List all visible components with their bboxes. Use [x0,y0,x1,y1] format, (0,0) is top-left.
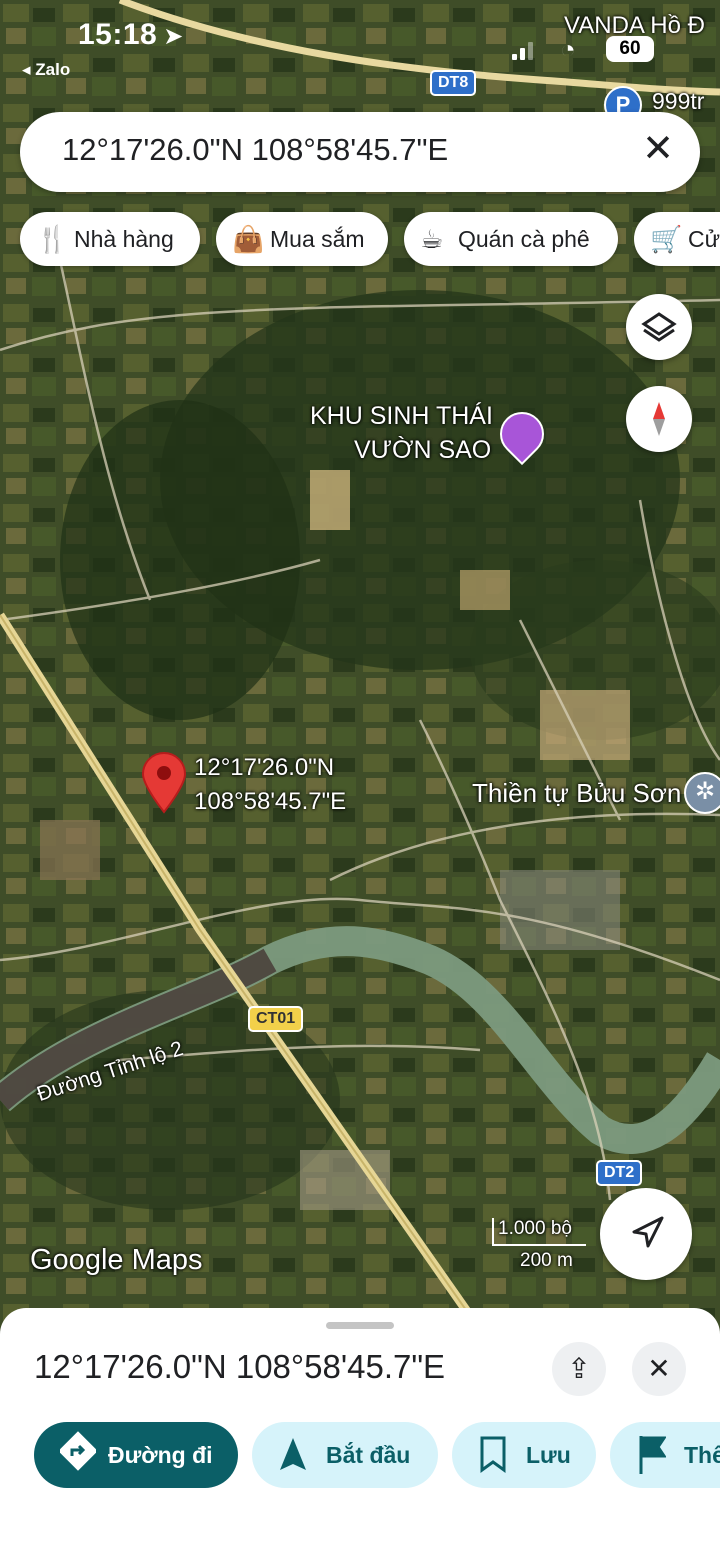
poi-label-thien-tu[interactable]: Thiền tự Bửu Sơn [472,778,681,809]
poi-label-vuon-sao[interactable]: VƯỜN SAO [354,436,491,465]
chip-coffee[interactable]: ☕ Quán cà phê [404,212,618,266]
status-time: 15:18 ➤ [78,18,184,51]
navigation-arrow-icon [278,1422,308,1513]
chip-label: Mua sắm [270,226,365,252]
directions-button[interactable]: Đường đi [34,1422,238,1488]
bookmark-icon [478,1422,508,1513]
map-imagery [0,0,720,1330]
share-icon: ⇪ [567,1353,591,1384]
compass-button[interactable] [626,386,692,452]
navigation-icon [632,1216,664,1248]
pin-label-latitude: 12°17'26.0"N [194,754,335,781]
directions-icon [58,1422,98,1513]
start-label: Bắt đầu [326,1442,411,1468]
start-button[interactable]: Bắt đầu [252,1422,438,1488]
sheet-drag-handle[interactable] [326,1322,394,1329]
directions-label: Đường đi [108,1442,213,1468]
place-bottom-sheet[interactable]: 12°17'26.0"N 108°58'45.7"E ⇪ ✕ Đường đi … [0,1308,720,1560]
coffee-icon: ☕ [420,224,444,254]
clear-search-icon[interactable]: ✕ [642,126,674,171]
location-arrow-icon: ➤ [163,23,184,50]
share-button[interactable]: ⇪ [552,1342,606,1396]
chip-label: Nhà hàng [74,226,174,252]
search-query[interactable]: 12°17'26.0"N 108°58'45.7"E [62,132,448,168]
my-location-button[interactable] [600,1188,692,1280]
flag-icon [636,1422,667,1513]
signal-icon [512,42,534,60]
sheet-title: 12°17'26.0"N 108°58'45.7"E [34,1348,446,1385]
temple-icon[interactable]: ✲ [684,772,720,814]
satellite-map[interactable]: 15:18 ➤ ◂ Zalo ◔ 60 VANDA Hồ Đ DT8 P 999t… [0,0,720,1330]
save-button[interactable]: Lưu [452,1422,596,1488]
shopping-bag-icon: 👜 [232,224,265,254]
save-label: Lưu [526,1442,571,1468]
cart-icon: 🛒 [650,224,683,254]
chip-shopping[interactable]: 👜 Mua sắm [216,212,388,266]
scale-feet-label: 1.000 bộ [498,1218,572,1239]
chip-store[interactable]: 🛒 Cử [634,212,720,266]
restaurant-icon: 🍴 [36,224,69,254]
layers-icon [641,312,677,342]
back-to-app-link[interactable]: ◂ Zalo [22,60,70,80]
chip-label: Cử [688,226,720,252]
road-shield-dt2: DT2 [596,1160,643,1186]
road-shield-dt8: DT8 [430,70,477,96]
label-label: Thê [684,1442,720,1468]
map-label-999: 999tr [652,88,705,114]
scale-meters-label: 200 m [520,1250,573,1271]
layers-button[interactable] [626,294,692,360]
compass-icon [653,402,665,436]
google-maps-watermark: Google Maps [30,1244,203,1276]
chip-label: Quán cà phê [458,226,590,252]
chip-restaurant[interactable]: 🍴 Nhà hàng [20,212,200,266]
close-icon: ✕ [647,1353,671,1384]
close-sheet-button[interactable]: ✕ [632,1342,686,1396]
pin-label-longitude: 108°58'45.7"E [194,788,347,815]
road-shield-ct01: CT01 [248,1006,304,1032]
map-label-vanda: VANDA Hồ Đ [564,12,705,39]
label-button[interactable]: Thê [610,1422,720,1488]
search-bar[interactable]: 12°17'26.0"N 108°58'45.7"E ✕ [20,112,700,192]
dropped-pin-icon[interactable] [140,752,188,814]
poi-label-khu-sinh-thai[interactable]: KHU SINH THÁI [310,402,493,431]
